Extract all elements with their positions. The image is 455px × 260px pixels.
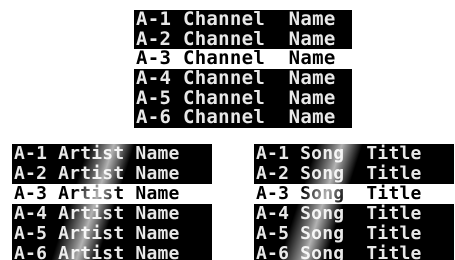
song-item-3-selected[interactable]: A-3 Song Title xyxy=(254,184,454,204)
artist-item-2[interactable]: A-2 Artist Name xyxy=(12,164,212,184)
song-item-2[interactable]: A-2 Song Title xyxy=(254,164,454,184)
channel-item-5[interactable]: A-5 Channel Name xyxy=(134,88,352,109)
song-list: A-1 Song Title A-2 Song Title A-3 Song T… xyxy=(254,144,454,260)
channel-item-6[interactable]: A-6 Channel Name xyxy=(134,108,352,129)
artist-item-4[interactable]: A-4 Artist Name xyxy=(12,204,212,224)
artist-item-5[interactable]: A-5 Artist Name xyxy=(12,224,212,244)
channel-item-3-selected[interactable]: A-3 Channel Name xyxy=(134,49,352,70)
song-item-1[interactable]: A-1 Song Title xyxy=(254,144,454,164)
artist-list: A-1 Artist Name A-2 Artist Name A-3 Arti… xyxy=(12,144,212,260)
channel-list: A-1 Channel Name A-2 Channel Name A-3 Ch… xyxy=(134,10,352,129)
channel-item-2[interactable]: A-2 Channel Name xyxy=(134,29,352,50)
song-item-6[interactable]: A-6 Song Title xyxy=(254,244,454,260)
song-item-5[interactable]: A-5 Song Title xyxy=(254,224,454,244)
artist-item-1[interactable]: A-1 Artist Name xyxy=(12,144,212,164)
song-item-4[interactable]: A-4 Song Title xyxy=(254,204,454,224)
channel-item-1[interactable]: A-1 Channel Name xyxy=(134,10,352,30)
artist-item-6[interactable]: A-6 Artist Name xyxy=(12,244,212,260)
artist-item-3-selected[interactable]: A-3 Artist Name xyxy=(12,184,212,204)
channel-item-4[interactable]: A-4 Channel Name xyxy=(134,69,352,89)
